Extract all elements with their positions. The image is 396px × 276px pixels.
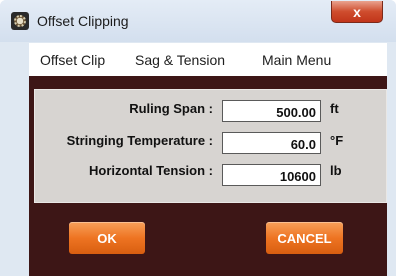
dialog-window: Offset Clipping x Offset Clip Sag & Tens… [0,0,396,276]
ok-button[interactable]: OK [69,222,145,254]
menu-bar: Offset Clip Sag & Tension Main Menu [29,43,387,76]
stringing-temperature-input[interactable] [222,132,321,154]
ruling-span-input[interactable] [222,100,321,122]
horizontal-tension-label: Horizontal Tension : [89,163,213,178]
menu-item-offset-clip[interactable]: Offset Clip [40,52,105,68]
stringing-temperature-label: Stringing Temperature : [66,133,213,148]
cancel-button-label: CANCEL [277,230,332,246]
title-bar[interactable]: Offset Clipping x [0,0,396,42]
close-button[interactable]: x [331,1,383,23]
menu-item-sag-tension[interactable]: Sag & Tension [135,52,225,68]
ruling-span-label: Ruling Span : [129,101,213,116]
horizontal-tension-unit: lb [330,163,342,178]
close-icon: x [353,3,361,20]
ruling-span-unit: ft [330,101,339,116]
ok-button-label: OK [97,230,117,246]
stringing-temperature-unit: °F [330,133,344,148]
menu-item-main-menu[interactable]: Main Menu [262,52,331,68]
app-icon [11,12,29,30]
horizontal-tension-input[interactable] [222,164,321,186]
cancel-button[interactable]: CANCEL [266,222,343,254]
window-title: Offset Clipping [37,13,129,29]
